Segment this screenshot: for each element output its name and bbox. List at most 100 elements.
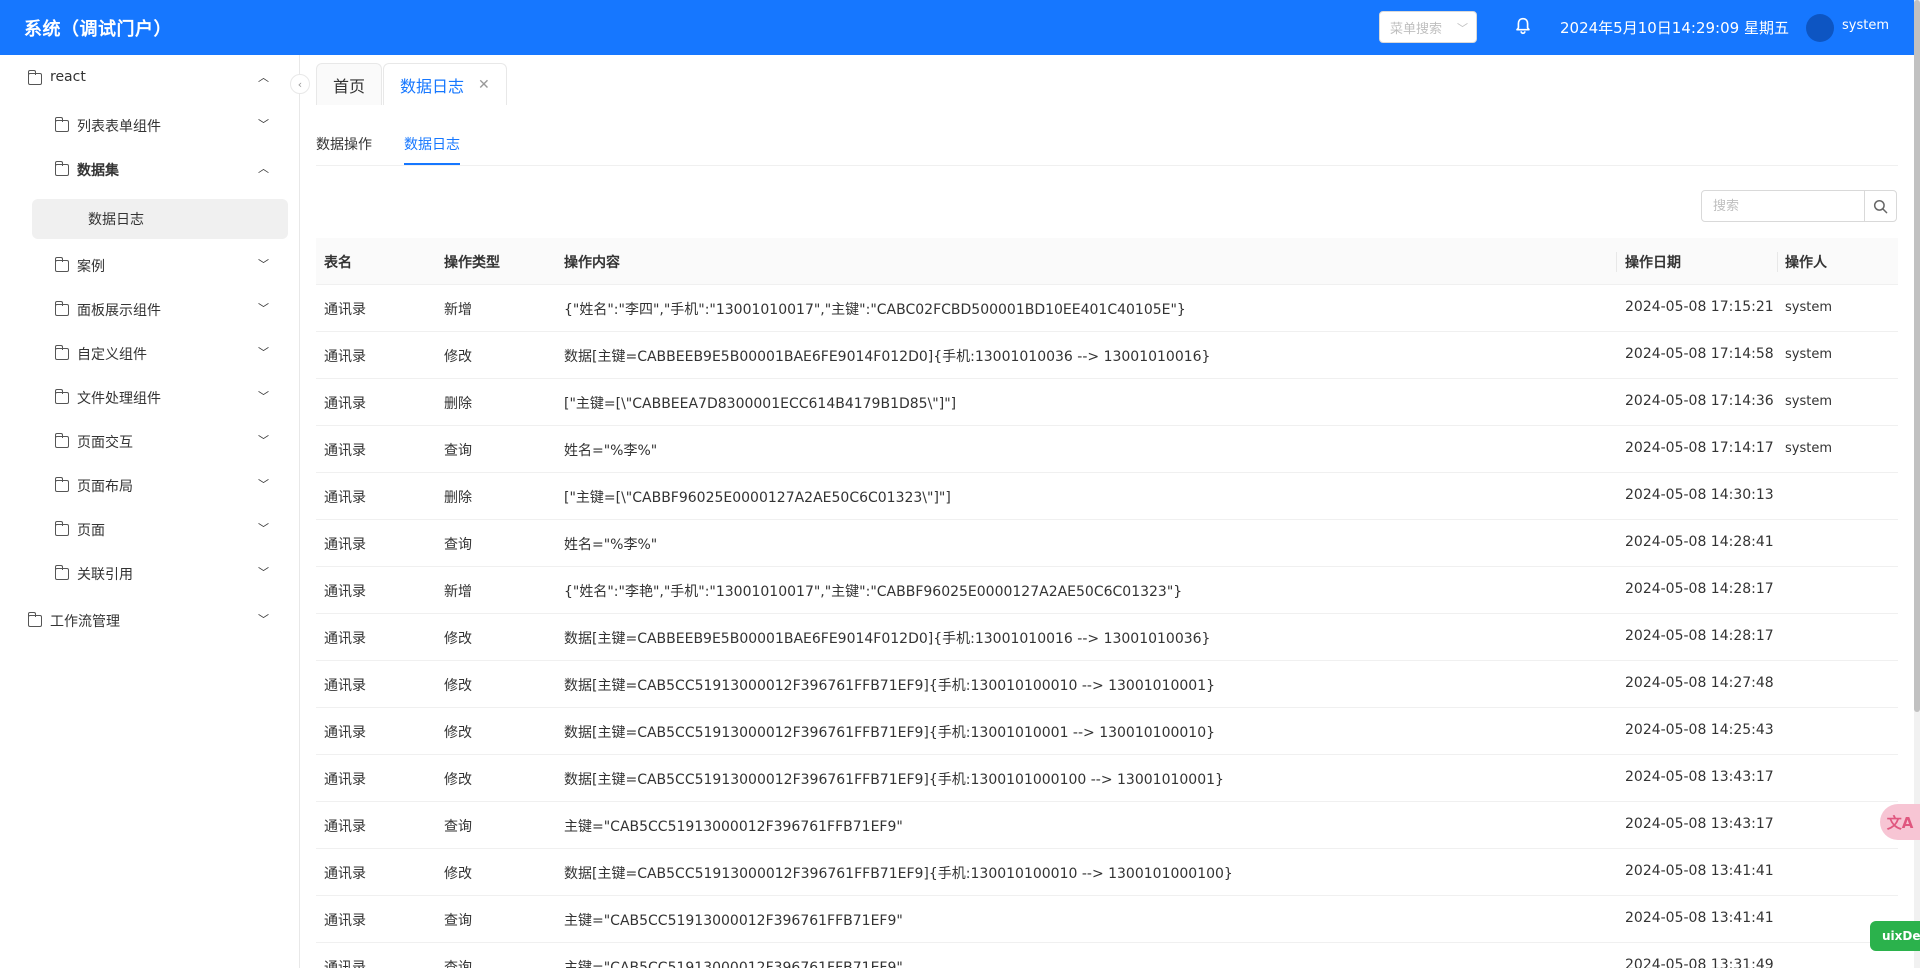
cell-table-name: 通讯录 [324,913,366,929]
sidebar-item-page-layout[interactable]: 页面布局 ﹀ [0,464,300,508]
column-header-table-name: 表名 [324,255,352,271]
column-header-operation-date: 操作日期 [1625,255,1681,271]
cell-operation-type: 修改 [444,678,472,694]
table-row[interactable]: 通讯录 修改 数据[主键=CABBEEB9E5B00001BAE6FE9014F01… [316,332,1898,379]
cell-table-name: 通讯录 [324,396,366,412]
table-body: 通讯录 新增 {"姓名":"李四","手机":"13001010017","主键":… [316,285,1898,968]
cell-table-name: 通讯录 [324,678,366,694]
tab-home[interactable]: 首页 [316,63,383,105]
sidebar-item-react[interactable]: react ︿ [0,57,300,101]
sidebar-item-custom-components[interactable]: 自定义组件 ﹀ [0,332,300,376]
chevron-down-icon: ﹀ [258,346,269,359]
sidebar-item-pages[interactable]: 页面 ﹀ [0,508,300,552]
menu-search-select[interactable]: 菜单搜索 ﹀ [1379,11,1477,43]
table-row[interactable]: 通讯录 新增 {"姓名":"李艳","手机":"13001010017","主键":… [316,567,1898,614]
chevron-down-icon: ﹀ [258,613,269,626]
table-row[interactable]: 通讯录 修改 数据[主键=CAB5CC51913000012F396761FFB71… [316,661,1898,708]
sidebar-collapse-button[interactable]: ‹ [290,74,310,94]
table-row[interactable]: 通讯录 查询 主键="CAB5CC51913000012F396761FFB71EF… [316,802,1898,849]
search-input[interactable] [1702,191,1864,221]
cell-table-name: 通讯录 [324,490,366,506]
cell-operation-content: 姓名="%李%" [564,443,658,459]
close-icon[interactable]: ✕ [478,77,490,93]
cell-operation-type: 修改 [444,772,472,788]
table-row[interactable]: 通讯录 删除 ["主键=[\"CABBF96025E0000127A2AE50C6C… [316,473,1898,520]
table-row[interactable]: 通讯录 删除 ["主键=[\"CABBEEA7D8300001ECC614B4179… [316,379,1898,426]
cell-table-name: 通讯录 [324,349,366,365]
tab-label: 首页 [333,76,366,96]
table-row[interactable]: 通讯录 修改 数据[主键=CABBEEB9E5B00001BAE6FE9014F01… [316,614,1898,661]
avatar[interactable] [1806,14,1834,42]
cell-operation-type: 新增 [444,302,472,318]
table-row[interactable]: 通讯录 修改 数据[主键=CAB5CC51913000012F396761FFB71… [316,849,1898,896]
search-button[interactable] [1864,191,1896,221]
chevron-up-icon: ︿ [258,162,269,175]
folder-icon [27,612,42,627]
cell-operation-type: 删除 [444,396,472,412]
sidebar-item-label: 数据日志 [88,212,144,228]
sidebar-item-label: 面板展示组件 [77,303,161,319]
cell-operation-date: 2024-05-08 14:30:13 [1625,487,1774,503]
cell-operation-date: 2024-05-08 13:43:17 [1625,769,1774,785]
cell-operation-date: 2024-05-08 14:25:43 [1625,722,1774,738]
sidebar-item-panel-display[interactable]: 面板展示组件 ﹀ [0,288,300,332]
table-row[interactable]: 通讯录 查询 姓名="%李%" 2024-05-08 14:28:41 [316,520,1898,567]
sidebar-item-label: 页面布局 [77,479,133,495]
cell-operation-type: 修改 [444,349,472,365]
sidebar-item-related-refs[interactable]: 关联引用 ﹀ [0,552,300,596]
table-row[interactable]: 通讯录 修改 数据[主键=CAB5CC51913000012F396761FFB71… [316,708,1898,755]
subtab-data-operations[interactable]: 数据操作 [316,134,372,154]
sidebar-item-list-form[interactable]: 列表表单组件 ﹀ [0,104,300,148]
tab-data-log[interactable]: 数据日志 ✕ [383,63,507,105]
folder-icon [54,565,69,580]
column-header-operation-content: 操作内容 [564,255,620,271]
sidebar-item-page-interaction[interactable]: 页面交互 ﹀ [0,420,300,464]
cell-operation-type: 新增 [444,584,472,600]
table-row[interactable]: 通讯录 查询 姓名="%李%" 2024-05-08 17:14:17 system [316,426,1898,473]
cell-operation-content: 主键="CAB5CC51913000012F396761FFB71EF9" [564,819,903,835]
cell-operation-content: 数据[主键=CAB5CC51913000012F396761FFB71EF9]{… [564,678,1216,694]
sidebar-item-workflow[interactable]: 工作流管理 ﹀ [0,599,300,643]
scrollbar-thumb[interactable] [1914,0,1920,712]
sidebar-item-cases[interactable]: 案例 ﹀ [0,244,300,288]
table-row[interactable]: 通讯录 修改 数据[主键=CAB5CC51913000012F396761FFB71… [316,755,1898,802]
sidebar-item-label: 页面 [77,523,105,539]
sidebar-item-label: react [50,69,86,85]
dev-badge[interactable]: uixDev [1870,921,1920,951]
table-row[interactable]: 通讯录 查询 主键="CAB5CC51913000012F396761FFB71EF… [316,896,1898,943]
cell-operation-content: {"姓名":"李四","手机":"13001010017","主键":"CABC… [564,302,1186,318]
sidebar-item-label: 页面交互 [77,435,133,451]
username[interactable]: system [1842,18,1889,33]
cell-operation-date: 2024-05-08 13:31:49 [1625,957,1774,968]
sidebar-item-file-processing[interactable]: 文件处理组件 ﹀ [0,376,300,420]
cell-operation-type: 修改 [444,725,472,741]
sidebar-item-dataset[interactable]: 数据集 ︿ [0,148,300,192]
column-header-operation-type: 操作类型 [444,255,500,271]
cell-table-name: 通讯录 [324,772,366,788]
table-row[interactable]: 通讯录 新增 {"姓名":"李四","手机":"13001010017","主键":… [316,285,1898,332]
cell-operator: system [1785,394,1832,409]
sidebar-item-data-log[interactable]: 数据日志 [32,199,288,239]
cell-operation-type: 修改 [444,866,472,882]
cell-table-name: 通讯录 [324,584,366,600]
datetime-display: 2024年5月10日14:29:09 星期五 [1560,19,1789,37]
bell-icon[interactable] [1512,15,1534,37]
top-header: 系统（调试门户） 菜单搜索 ﹀ 2024年5月10日14:29:09 星期五 s… [0,0,1914,55]
chevron-down-icon: ﹀ [258,258,269,271]
cell-operation-type: 查询 [444,960,472,968]
folder-icon [54,389,69,404]
folder-icon [54,345,69,360]
folder-icon [54,257,69,272]
cell-operation-content: 数据[主键=CAB5CC51913000012F396761FFB71EF9]{… [564,725,1216,741]
chevron-down-icon: ﹀ [258,390,269,403]
translate-icon[interactable]: 文A [1880,804,1920,840]
sidebar-item-label: 数据集 [77,163,119,179]
cell-operation-date: 2024-05-08 14:28:17 [1625,581,1774,597]
folder-icon [54,521,69,536]
chevron-down-icon: ﹀ [258,118,269,131]
subtab-data-log[interactable]: 数据日志 [404,134,460,154]
chevron-down-icon: ﹀ [258,522,269,535]
cell-operation-content: 主键="CAB5CC51913000012F396761FFB71EF9" [564,913,903,929]
folder-icon [54,301,69,316]
table-row[interactable]: 通讯录 查询 主键="CAB5CC51913000012F396761FFB71EF… [316,943,1898,968]
